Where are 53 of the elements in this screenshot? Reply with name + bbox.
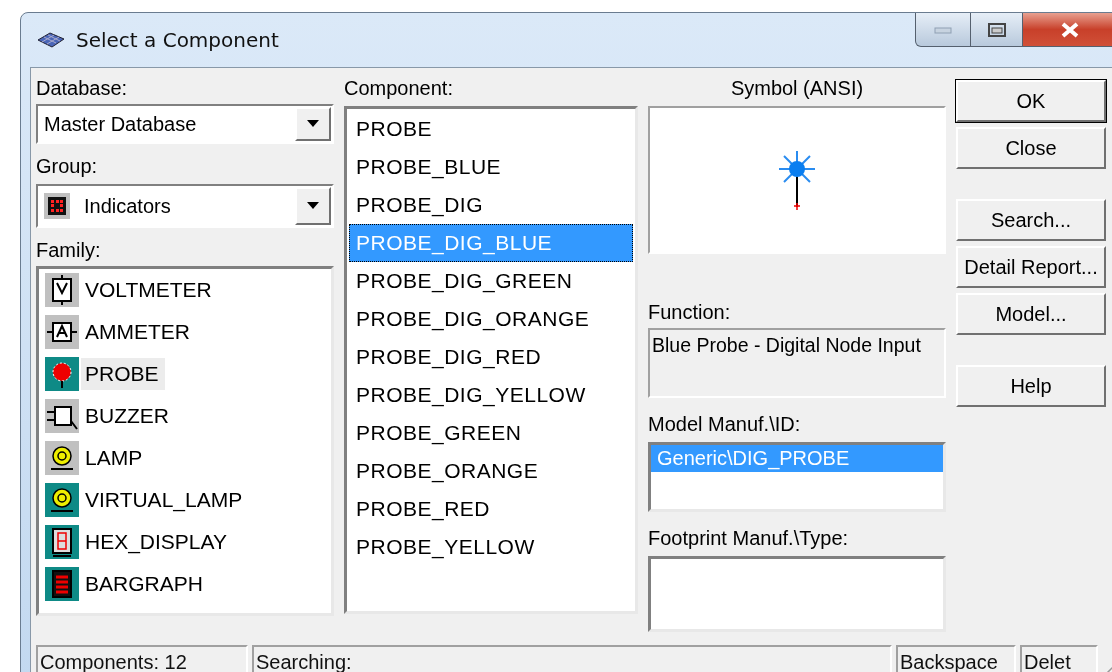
family-item[interactable]: HEX_DISPLAY	[81, 526, 233, 558]
family-item[interactable]: VIRTUAL_LAMP	[81, 484, 249, 516]
virtual-lamp-icon	[45, 483, 79, 517]
family-item[interactable]: BUZZER	[81, 400, 175, 432]
voltmeter-icon	[45, 273, 79, 307]
dialog-button[interactable]: Detail Report...	[956, 246, 1106, 288]
app-icon	[36, 30, 66, 50]
dialog-button[interactable]: Model...	[956, 293, 1106, 335]
component-item[interactable]: PROBE_DIG	[349, 186, 633, 224]
group-label: Group:	[36, 154, 99, 178]
probe-icon	[45, 357, 79, 391]
component-label: Component:	[344, 76, 454, 100]
lamp-icon	[45, 441, 79, 475]
database-dropdown[interactable]: Master Database	[36, 104, 334, 144]
component-item[interactable]: PROBE_GREEN	[349, 414, 633, 452]
component-item[interactable]: PROBE_DIG_RED	[349, 338, 633, 376]
maximize-icon[interactable]	[986, 21, 1007, 38]
component-item[interactable]: PROBE_ORANGE	[349, 452, 633, 490]
function-field: Blue Probe - Digital Node Input	[648, 328, 946, 398]
symbol-label: Symbol (ANSI)	[729, 76, 865, 100]
close-button[interactable]	[1023, 13, 1112, 47]
dialog-button[interactable]: Help	[956, 365, 1106, 407]
indicator-icon	[44, 193, 70, 219]
component-item[interactable]: PROBE_YELLOW	[349, 528, 633, 566]
component-item[interactable]: PROBE	[349, 110, 633, 148]
component-item[interactable]: PROBE_DIG_YELLOW	[349, 376, 633, 414]
status-pane: Delet	[1020, 645, 1098, 672]
family-label: Family:	[36, 238, 102, 262]
family-item[interactable]: AMMETER	[81, 316, 196, 348]
window-title: Select a Component	[76, 28, 279, 52]
component-item[interactable]: PROBE_RED	[349, 490, 633, 528]
family-item[interactable]: VOLTMETER	[81, 274, 218, 306]
bargraph-icon	[45, 567, 79, 601]
dialog-button[interactable]: Close	[956, 127, 1106, 169]
component-item[interactable]: PROBE_BLUE	[349, 148, 633, 186]
component-item[interactable]: PROBE_DIG_GREEN	[349, 262, 633, 300]
database-label: Database:	[36, 76, 129, 100]
function-label: Function:	[648, 300, 732, 324]
family-item[interactable]: BARGRAPH	[81, 568, 209, 600]
model-label: Model Manuf.\ID:	[648, 412, 802, 436]
minimize-button[interactable]	[915, 13, 971, 47]
ammeter-icon	[45, 315, 79, 349]
dialog-button[interactable]: Search...	[956, 199, 1106, 241]
family-item[interactable]: PROBE	[81, 358, 165, 390]
maximize-button[interactable]	[971, 13, 1023, 47]
buzzer-icon	[45, 399, 79, 433]
group-dropdown[interactable]: Indicators	[36, 184, 334, 228]
hex-display-icon	[45, 525, 79, 559]
probe-symbol-icon	[777, 149, 817, 211]
family-item[interactable]: LAMP	[81, 442, 149, 474]
dialog-button[interactable]: OK	[956, 80, 1106, 122]
footprint-label: Footprint Manuf.\Type:	[648, 526, 850, 550]
component-item[interactable]: PROBE_DIG_ORANGE	[349, 300, 633, 338]
